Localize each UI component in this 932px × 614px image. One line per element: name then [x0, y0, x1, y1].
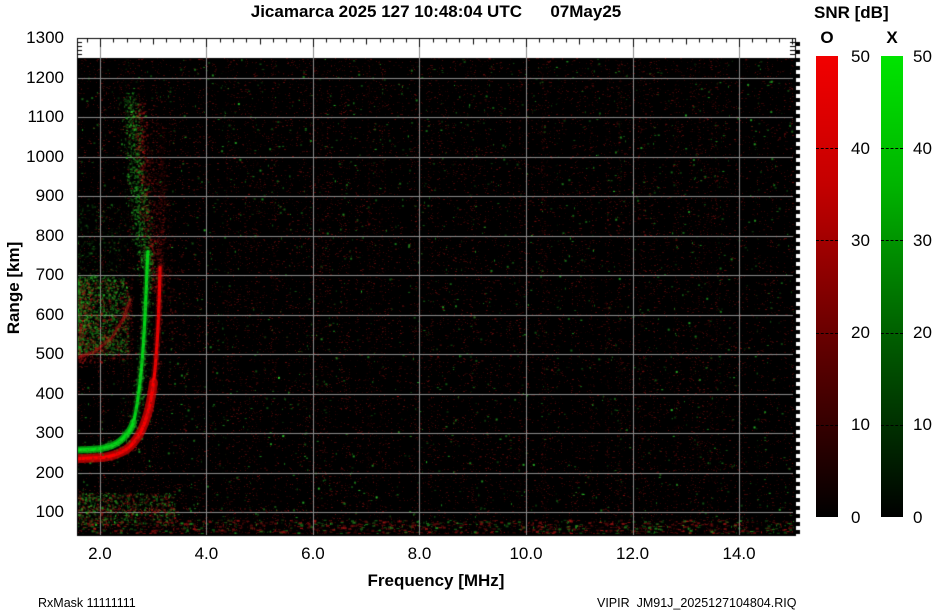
x-tick-label: 2.0: [72, 545, 128, 562]
x-tick-label: 8.0: [391, 545, 447, 562]
y-tick-label: 600: [0, 306, 64, 323]
y-tick-label: 1200: [0, 69, 64, 86]
colorbar-tick-label: 30: [913, 232, 932, 249]
ionogram-canvas: [0, 0, 810, 614]
x-tick-label: 14.0: [711, 545, 767, 562]
ionogram-page: { "header": { "title": "Jicamarca 2025 1…: [0, 0, 932, 614]
y-tick-label: 200: [0, 464, 64, 481]
colorbar-tick-label: 50: [913, 48, 932, 65]
y-tick-label: 1000: [0, 148, 64, 165]
colorbar-tick-label: 20: [913, 324, 932, 341]
x-tick-label: 6.0: [285, 545, 341, 562]
plot-title: Jicamarca 2025 127 10:48:04 UTC 07May25: [77, 2, 795, 22]
x-tick-label: 12.0: [605, 545, 661, 562]
colorbar-tick-label: 0: [913, 509, 932, 526]
o-mode-colorbar: [816, 56, 838, 517]
x-tick-label: 4.0: [178, 545, 234, 562]
colorbar-tick-mark: [816, 148, 838, 149]
y-tick-label: 1300: [0, 29, 64, 46]
colorbar-tick-mark: [816, 333, 838, 334]
y-tick-label: 900: [0, 187, 64, 204]
data-file-text: VIPIR JM91J_2025127104804.RIQ: [597, 596, 796, 610]
x-mode-colorbar: [881, 56, 903, 517]
x-tick-label: 10.0: [498, 545, 554, 562]
colorbar-title: SNR [dB]: [814, 3, 932, 23]
y-tick-label: 800: [0, 227, 64, 244]
y-tick-label: 400: [0, 385, 64, 402]
y-tick-label: 100: [0, 503, 64, 520]
y-tick-label: 300: [0, 424, 64, 441]
colorbar-tick-label: 10: [851, 416, 885, 433]
colorbar-tick-label: 30: [851, 232, 885, 249]
colorbar-tick-mark: [816, 425, 838, 426]
colorbar-tick-label: 0: [851, 509, 885, 526]
colorbar-tick-label: 20: [851, 324, 885, 341]
colorbar-tick-label: 40: [913, 140, 932, 157]
x-axis-title: Frequency [MHz]: [77, 571, 795, 591]
colorbar-tick-label: 10: [913, 416, 932, 433]
o-mode-label: O: [816, 29, 838, 46]
colorbar-tick-label: 50: [851, 48, 885, 65]
y-tick-label: 1100: [0, 108, 64, 125]
colorbar-tick-label: 40: [851, 140, 885, 157]
rxmask-status-text: RxMask 11111111: [38, 596, 136, 610]
y-tick-label: 500: [0, 345, 64, 362]
y-tick-label: 700: [0, 266, 64, 283]
x-mode-label: X: [881, 29, 903, 46]
colorbar-tick-mark: [816, 240, 838, 241]
